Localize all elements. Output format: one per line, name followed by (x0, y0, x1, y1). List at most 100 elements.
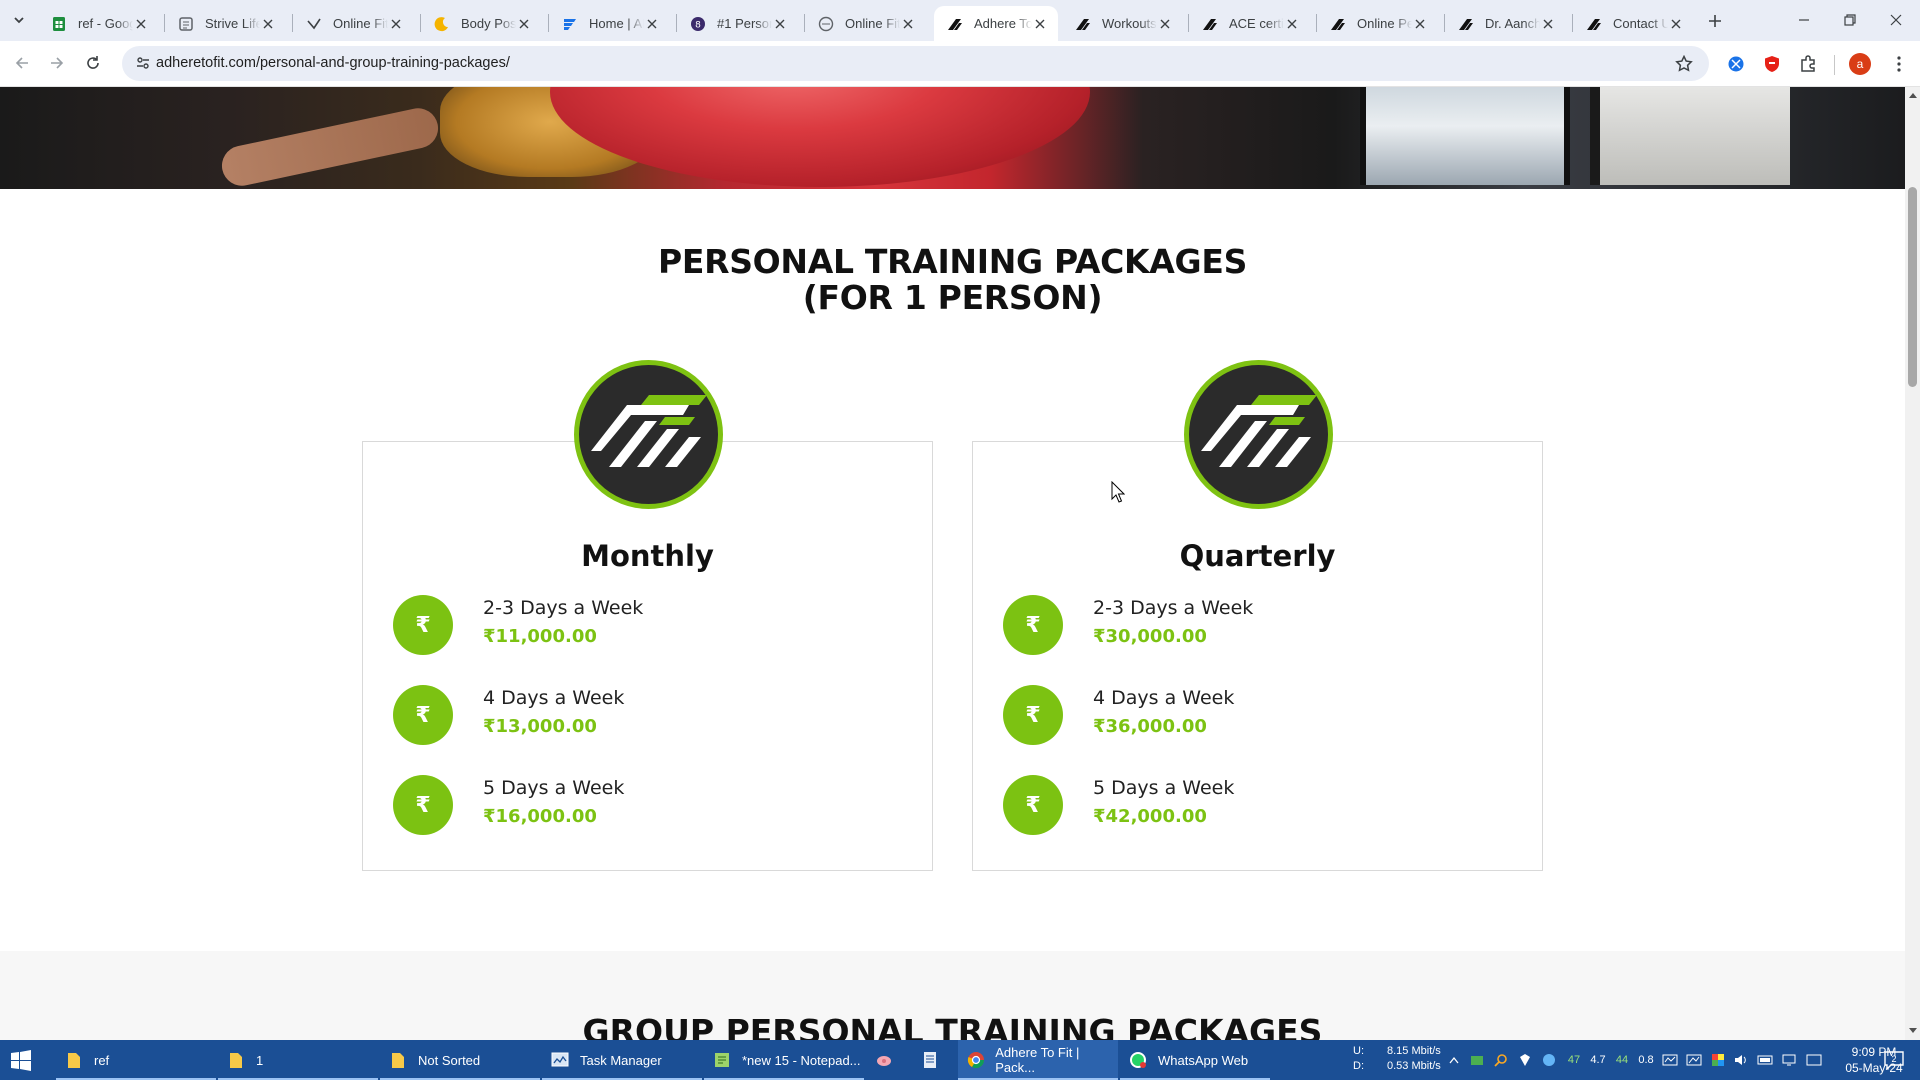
plan-frequency: 4 Days a Week (1093, 687, 1235, 709)
taskbar-item-document[interactable] (912, 1040, 956, 1080)
adheretofit-icon (946, 15, 964, 33)
scroll-up-icon[interactable] (1908, 91, 1917, 99)
tab-title: Online Fitness (333, 16, 388, 31)
plan-row: ₹ 4 Days a Week ₹13,000.00 (393, 685, 913, 745)
tab-home-af[interactable]: Home | AF (549, 6, 670, 41)
close-icon[interactable] (1157, 16, 1173, 32)
site-info-button[interactable] (130, 50, 156, 76)
taskbar-item-pig-app[interactable] (866, 1040, 910, 1080)
taskbar-item-notepad[interactable]: *new 15 - Notepad... (704, 1040, 864, 1080)
plan-frequency: 2-3 Days a Week (483, 597, 644, 619)
bookmark-button[interactable] (1671, 51, 1697, 77)
new-tab-button[interactable] (1702, 8, 1728, 34)
tray-app-icon[interactable] (1467, 1050, 1487, 1070)
scrollbar-thumb[interactable] (1908, 187, 1917, 387)
notification-center-button[interactable]: 2 (1883, 1050, 1907, 1071)
chart-tray-icon[interactable] (1684, 1050, 1704, 1070)
tab-online-fitness[interactable]: Online Fitness (293, 6, 414, 41)
taskbar-item-ref[interactable]: ref (56, 1040, 216, 1080)
notification-icon: 2 (1884, 1051, 1904, 1071)
close-icon[interactable] (260, 16, 276, 32)
taskbar-item-task-manager[interactable]: Task Manager (542, 1040, 702, 1080)
battery-icon[interactable] (1756, 1050, 1776, 1070)
taskbar-item-whatsapp[interactable]: WhatsApp Web (1120, 1040, 1270, 1080)
tab-strive-life[interactable]: Strive Life (165, 6, 286, 41)
show-hidden-icons-button[interactable] (1444, 1050, 1464, 1070)
close-icon (1890, 14, 1902, 26)
close-icon[interactable] (1284, 16, 1300, 32)
scroll-down-icon[interactable] (1908, 1027, 1917, 1035)
extension-shield-button[interactable] (1758, 50, 1786, 78)
tab-online-fitness-2[interactable]: Online Fitness (805, 6, 926, 41)
close-window-button[interactable] (1874, 0, 1918, 40)
close-icon[interactable] (388, 16, 404, 32)
globe-tray-icon[interactable] (1539, 1050, 1559, 1070)
start-button[interactable] (10, 1049, 34, 1071)
rupee-icon: ₹ (393, 685, 453, 745)
address-bar[interactable]: adheretofit.com/personal-and-group-train… (122, 46, 1709, 81)
taskbar-label: WhatsApp Web (1158, 1052, 1249, 1068)
language-icon[interactable] (1804, 1050, 1824, 1070)
world-extension-icon (1728, 56, 1744, 72)
tab-adhere-to-fit[interactable]: Adhere To Fit (934, 6, 1058, 41)
restore-button[interactable] (1828, 0, 1872, 40)
extension-world-button[interactable] (1722, 50, 1750, 78)
back-button[interactable] (7, 48, 37, 78)
close-icon[interactable] (133, 16, 149, 32)
volume-icon[interactable] (1732, 1050, 1752, 1070)
shield-icon: 8 (689, 15, 707, 33)
reload-button[interactable] (78, 48, 108, 78)
brand-logo (574, 360, 723, 509)
tray-number-4: 0.8 (1638, 1054, 1654, 1066)
taskbar-item-1[interactable]: 1 (218, 1040, 378, 1080)
tab-ref-sheets[interactable]: ref - Google Sheets (38, 6, 159, 41)
search-icon[interactable] (1491, 1050, 1511, 1070)
keyboard-tray-icon[interactable] (1660, 1050, 1680, 1070)
tab-title: Adhere To Fit (974, 16, 1032, 31)
tab-number-one-personal[interactable]: 8 #1 Personal (677, 6, 798, 41)
adheretofit-logo-icon (591, 395, 707, 467)
close-icon[interactable] (900, 16, 916, 32)
tab-search-button[interactable] (6, 8, 32, 32)
tab-workouts[interactable]: Workouts (1062, 6, 1183, 41)
folder-icon (226, 1050, 246, 1070)
arrow-right-icon (51, 57, 64, 69)
close-icon[interactable] (1412, 16, 1428, 32)
network-icon[interactable] (1780, 1050, 1800, 1070)
chrome-icon (966, 1050, 985, 1070)
group-section-title: GROUP PERSONAL TRAINING PACKAGES (582, 1012, 1323, 1040)
extensions-button[interactable] (1794, 50, 1822, 78)
notification-count: 2 (1891, 1054, 1896, 1064)
close-icon[interactable] (644, 16, 660, 32)
adheretofit-logo-icon (1201, 395, 1317, 467)
close-icon[interactable] (516, 16, 532, 32)
tab-title: Contact Us (1613, 16, 1668, 31)
page-scrollbar[interactable] (1905, 87, 1920, 1040)
tab-dr-aanchal[interactable]: Dr. Aanchal (1445, 6, 1566, 41)
minimize-button[interactable] (1782, 0, 1826, 40)
close-icon[interactable] (1032, 16, 1048, 32)
profile-avatar[interactable]: a (1849, 53, 1871, 75)
close-icon[interactable] (772, 16, 788, 32)
tab-ace-certified[interactable]: ACE certified (1189, 6, 1310, 41)
url-text[interactable]: adheretofit.com/personal-and-group-train… (156, 55, 510, 71)
plan-price: ₹30,000.00 (1093, 626, 1207, 647)
colorful-tray-icon[interactable] (1708, 1050, 1728, 1070)
close-icon[interactable] (1668, 16, 1684, 32)
shield-icon (1765, 56, 1779, 72)
adheretofit-icon (1074, 15, 1092, 33)
brand-logo (1184, 360, 1333, 509)
shield-tray-icon[interactable] (1515, 1050, 1535, 1070)
taskbar-item-not-sorted[interactable]: Not Sorted (380, 1040, 540, 1080)
plan-price: ₹16,000.00 (483, 806, 597, 827)
tab-online-personal[interactable]: Online Personal (1317, 6, 1438, 41)
reload-icon (87, 56, 99, 69)
document-icon (920, 1050, 940, 1070)
close-icon[interactable] (1540, 16, 1556, 32)
tab-body-positive[interactable]: Body Positive (421, 6, 542, 41)
browser-menu-button[interactable] (1886, 51, 1912, 77)
forward-button[interactable] (42, 48, 72, 78)
tab-contact-us[interactable]: Contact Us (1573, 6, 1694, 41)
taskbar-item-chrome[interactable]: Adhere To Fit | Pack... (958, 1040, 1118, 1080)
plus-icon (1709, 15, 1721, 27)
